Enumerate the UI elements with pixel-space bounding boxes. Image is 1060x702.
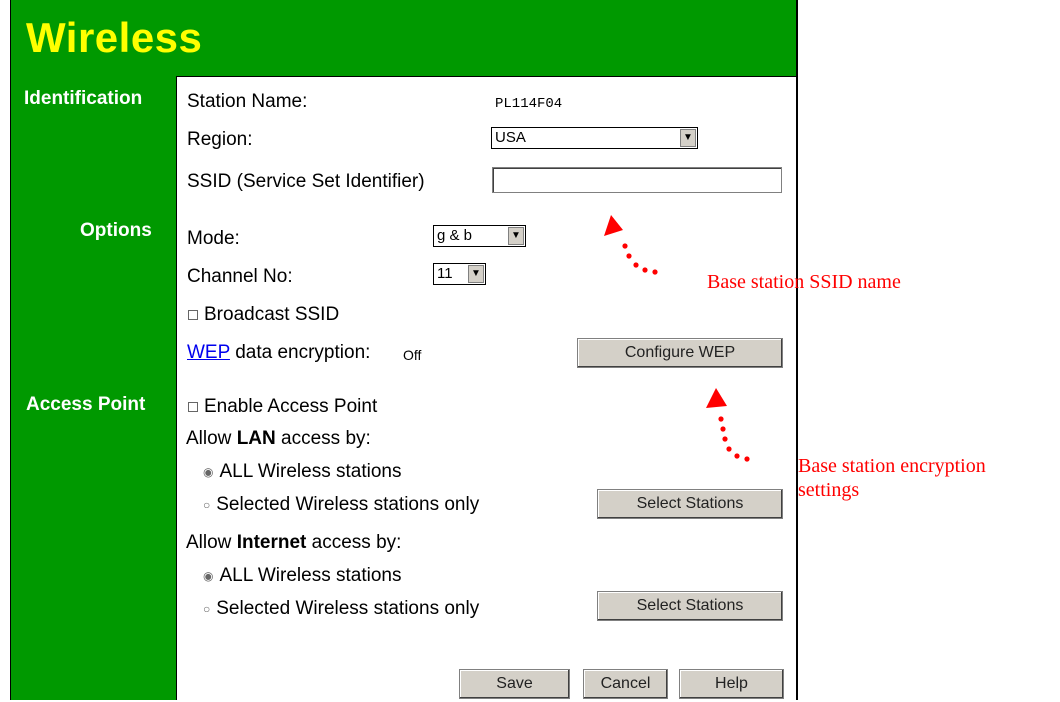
encryption-arrow bbox=[706, 388, 750, 462]
encryption-annotation-line2: settings bbox=[798, 479, 860, 501]
arrow-dot bbox=[626, 253, 632, 259]
ssid-arrow bbox=[604, 215, 658, 275]
arrow-head bbox=[706, 388, 727, 408]
arrow-dot bbox=[726, 446, 732, 452]
arrow-dot bbox=[633, 262, 639, 268]
arrow-dot bbox=[734, 453, 740, 459]
encryption-annotation-line1: Base station encryption bbox=[798, 455, 986, 477]
arrow-head bbox=[604, 215, 623, 236]
arrow-dot bbox=[718, 416, 724, 422]
ssid-annotation: Base station SSID name bbox=[707, 271, 901, 293]
arrow-dot bbox=[722, 436, 728, 442]
annotation-arrows bbox=[604, 215, 750, 462]
arrow-dot bbox=[652, 269, 658, 275]
arrow-dot bbox=[642, 267, 648, 273]
arrow-dot bbox=[622, 243, 628, 249]
arrow-dot bbox=[744, 456, 750, 462]
arrow-dot bbox=[720, 426, 726, 432]
